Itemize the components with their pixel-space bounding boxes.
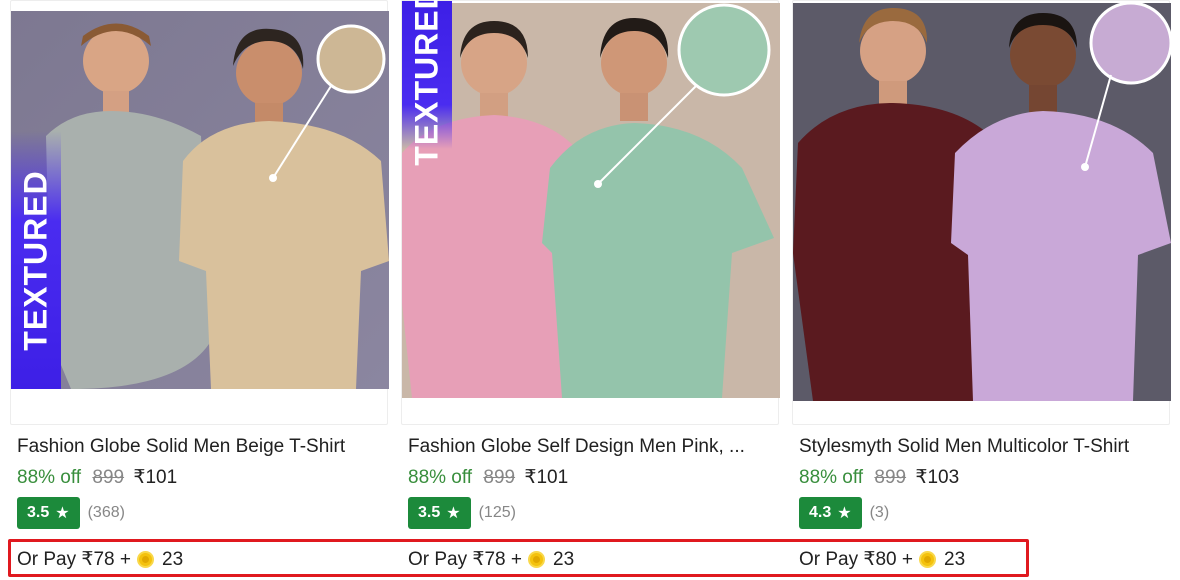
review-count: (3) [869,504,890,521]
price-row: 88% off 899 ₹101 [408,466,568,489]
review-count: (368) [87,504,125,521]
discount-label: 88% off [17,467,82,488]
star-icon: ★ [55,505,70,522]
textured-badge: TEXTURED [402,0,452,165]
product-card[interactable]: Stylesmyth Solid Men Multicolor T-Shirt … [792,0,1171,580]
rating-badge: 4.3 ★ [799,497,862,529]
product-image-frame[interactable]: TEXTURED [10,0,389,425]
original-price: 899 [92,467,125,488]
rating-badge: 3.5 ★ [17,497,80,529]
rating-row: 3.5 ★ (125) [408,497,516,529]
product-image-frame[interactable] [792,0,1171,425]
product-card[interactable]: TEXTURED Fashion Globe Self Design Men P… [401,0,780,580]
product-image[interactable] [402,3,780,398]
rating-row: 4.3 ★ (3) [799,497,889,529]
selling-price: ₹101 [133,467,178,488]
product-image[interactable] [11,11,389,389]
price-row: 88% off 899 ₹101 [17,466,177,489]
discount-label: 88% off [408,467,473,488]
star-icon: ★ [446,505,461,522]
rating-value: 4.3 [809,504,832,521]
product-image-frame[interactable]: TEXTURED [401,0,780,425]
review-count: (125) [478,504,516,521]
rating-value: 3.5 [418,504,441,521]
textured-badge: TEXTURED [11,131,61,389]
product-title[interactable]: Fashion Globe Self Design Men Pink, ... [408,436,768,458]
product-card[interactable]: TEXTURED Fashion Globe Solid Men Beige T… [10,0,389,580]
product-title[interactable]: Fashion Globe Solid Men Beige T-Shirt [17,436,377,458]
discount-label: 88% off [799,467,864,488]
original-price: 899 [874,467,907,488]
rating-badge: 3.5 ★ [408,497,471,529]
star-icon: ★ [837,505,852,522]
product-image[interactable] [793,3,1171,401]
original-price: 899 [483,467,516,488]
highlight-annotation-box [8,539,1029,577]
selling-price: ₹101 [524,467,569,488]
selling-price: ₹103 [915,467,960,488]
price-row: 88% off 899 ₹103 [799,466,959,489]
product-grid: TEXTURED Fashion Globe Solid Men Beige T… [0,0,1180,580]
rating-row: 3.5 ★ (368) [17,497,125,529]
rating-value: 3.5 [27,504,50,521]
product-title[interactable]: Stylesmyth Solid Men Multicolor T-Shirt [799,436,1159,458]
